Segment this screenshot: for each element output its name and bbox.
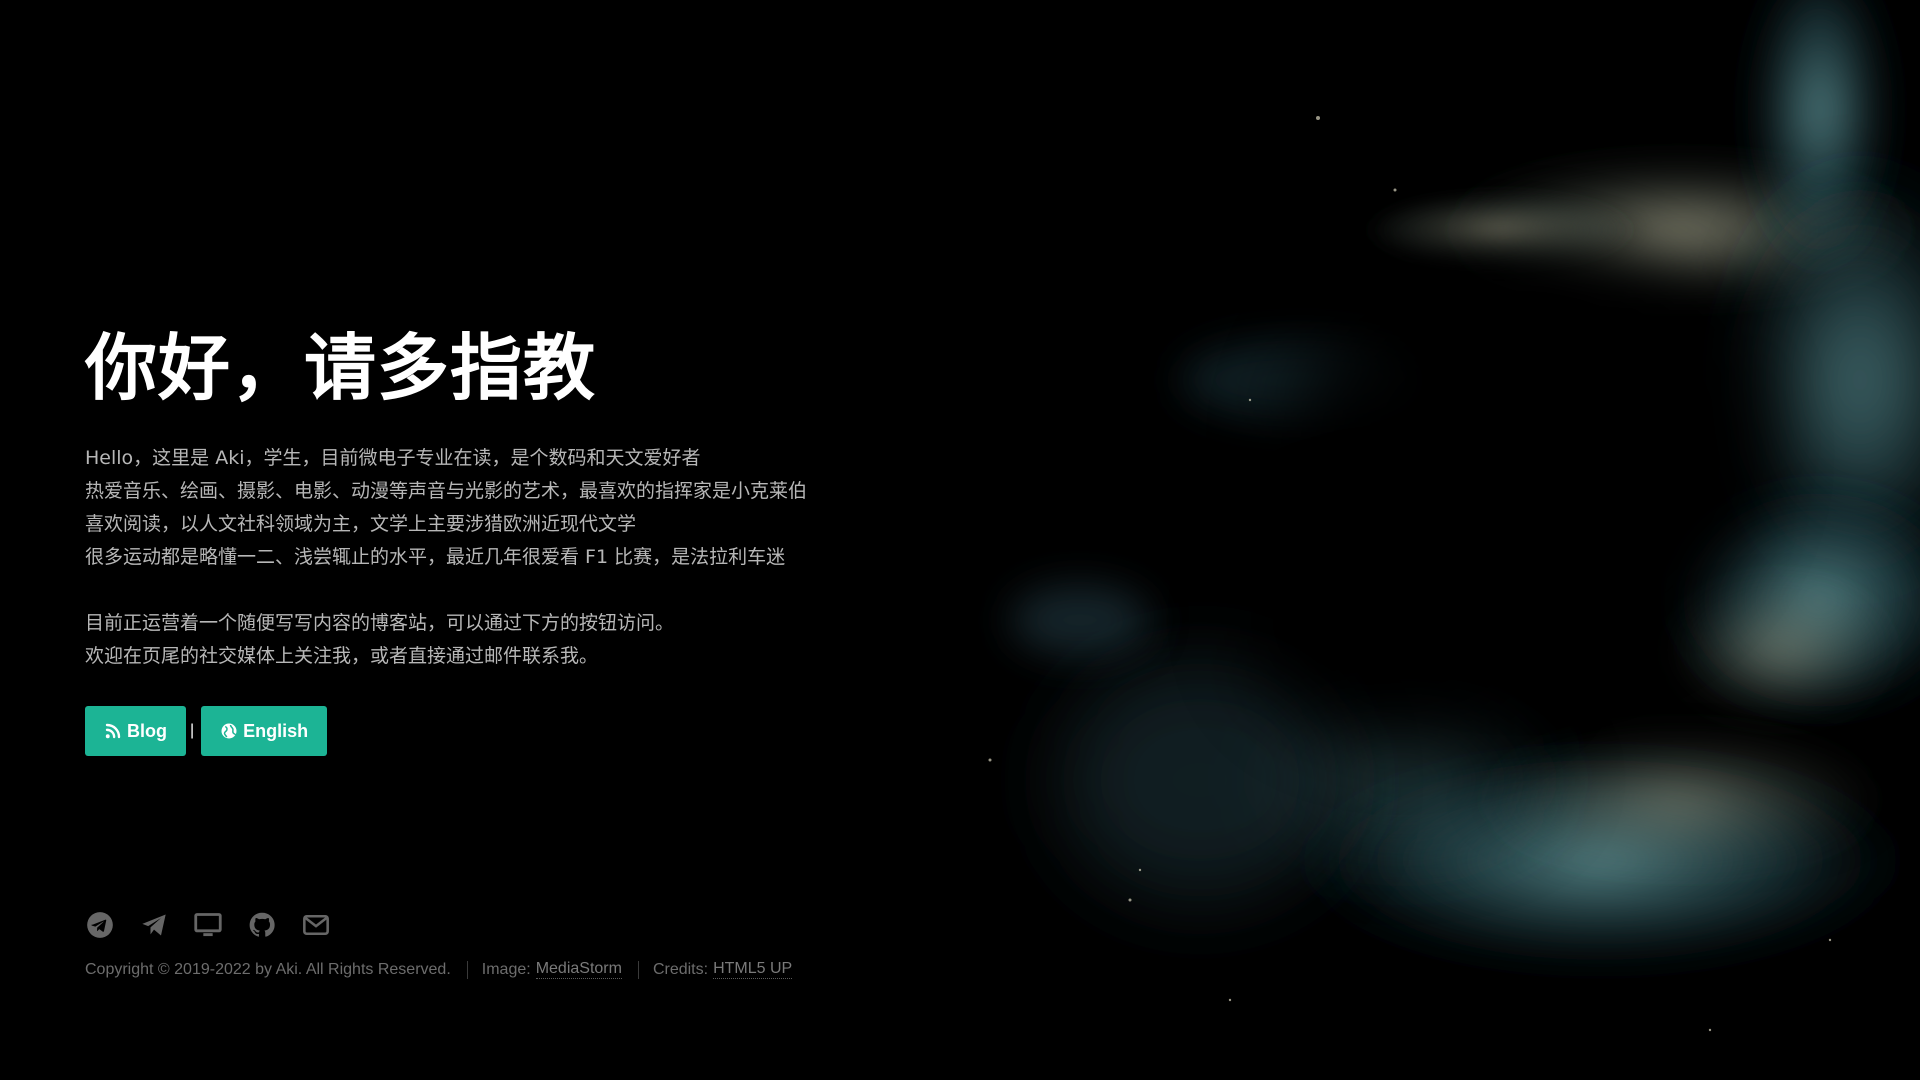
note-line: 欢迎在页尾的社交媒体上关注我，或者直接通过邮件联系我。 [85, 645, 599, 667]
hero-section: 你好，请多指教 Hello，这里是 Aki，学生，目前微电子专业在读，是个数码和… [85, 320, 985, 756]
copyright-text: Copyright © 2019-2022 by Aki. All Rights… [85, 960, 451, 978]
blog-icon [105, 723, 121, 739]
footer-divider [637, 960, 639, 979]
page-title: 你好，请多指教 [85, 326, 597, 410]
note-line: 目前正运营着一个随便写写内容的博客站，可以通过下方的按钮访问。 [85, 612, 675, 634]
intro-line: 喜欢阅读，以人文社科领域为主，文学上主要涉猎欧洲近现代文学 [85, 513, 637, 535]
mail-icon[interactable] [301, 910, 331, 940]
intro-line: 很多运动都是略懂一二、浅尝辄止的水平，最近几年很爱看 F1 比赛，是法拉利车迷 [85, 546, 786, 568]
send-icon[interactable] [139, 910, 169, 940]
image-credit-prefix: Image: [481, 960, 531, 978]
footer-divider [466, 960, 468, 979]
monitor-icon[interactable] [193, 910, 223, 940]
intro-line: 热爱音乐、绘画、摄影、电影、动漫等声音与光影的艺术，最喜欢的指挥家是小克莱伯 [85, 480, 808, 502]
image-credit-link[interactable]: MediaStorm [535, 960, 622, 979]
github-icon[interactable] [247, 910, 277, 940]
intro-line: Hello，这里是 Aki，学生，目前微电子专业在读，是个数码和天文爱好者 [85, 447, 701, 469]
intro-text: Hello，这里是 Aki，学生，目前微电子专业在读，是个数码和天文爱好者 热爱… [85, 442, 985, 673]
credits-link[interactable]: HTML5 UP [713, 960, 793, 979]
credits-prefix: Credits: [652, 960, 709, 978]
footer: Copyright © 2019-2022 by Aki. All Rights… [85, 910, 793, 979]
action-buttons: Blog | English [85, 706, 985, 756]
english-button-label: English [243, 720, 309, 741]
telegram-icon[interactable] [85, 910, 115, 940]
social-icons [85, 910, 792, 940]
button-separator: | [190, 722, 195, 739]
blog-button[interactable]: Blog [85, 706, 186, 756]
blog-button-label: Blog [127, 720, 167, 741]
globe-icon [221, 723, 237, 739]
english-button[interactable]: English [201, 706, 328, 756]
copyright-bar: Copyright © 2019-2022 by Aki. All Rights… [85, 960, 793, 979]
